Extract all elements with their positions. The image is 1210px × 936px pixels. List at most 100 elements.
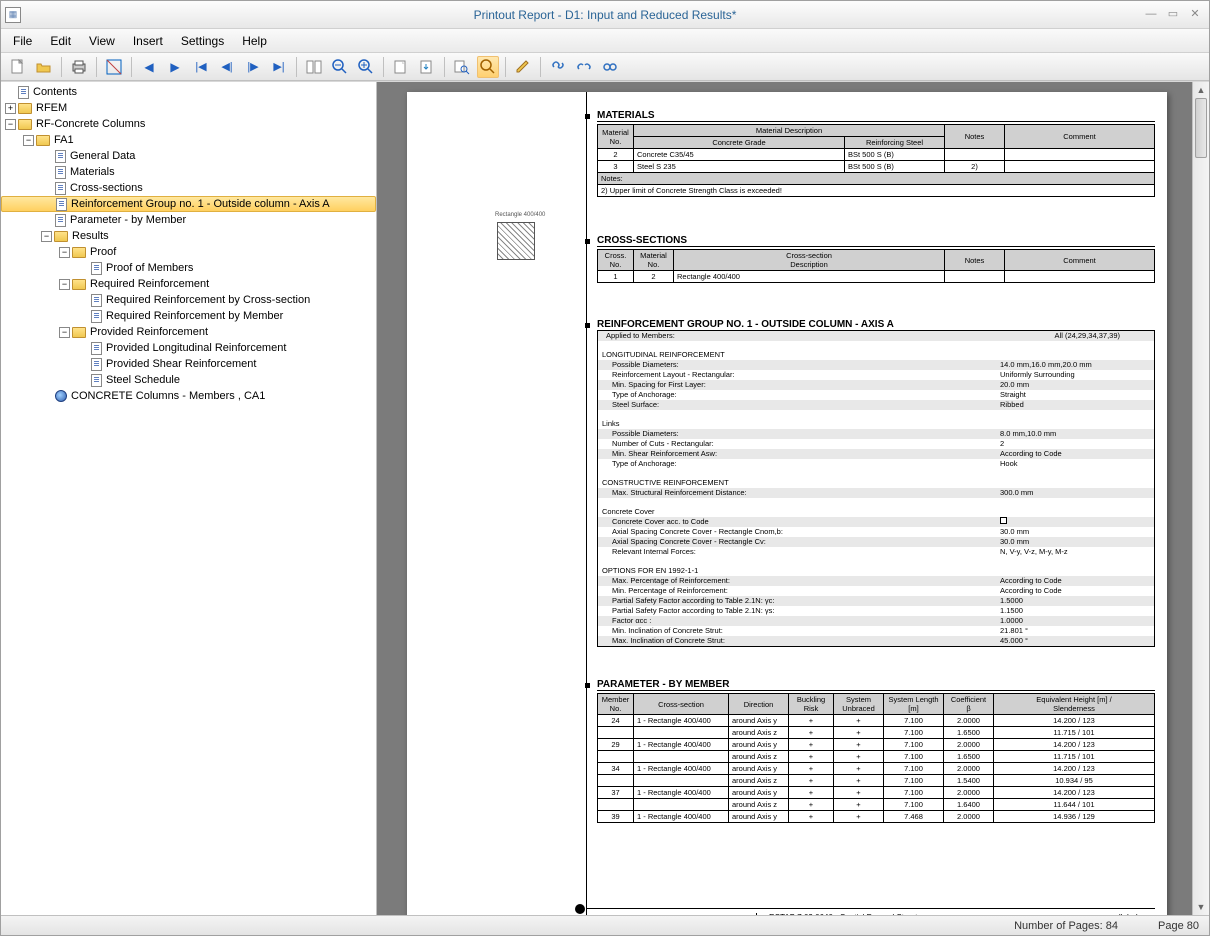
- rg-constr-hdr: CONSTRUCTIVE REINFORCEMENT: [598, 477, 1154, 488]
- window-controls: — ▭ ✕: [1143, 8, 1203, 22]
- menu-insert[interactable]: Insert: [133, 34, 163, 48]
- folder-icon: [18, 103, 32, 114]
- preview-panel[interactable]: Rectangle 400/400 MATERIALS MaterialNo. …: [377, 82, 1209, 915]
- props-row: Max. Structural Reinforcement Distance:3…: [598, 488, 1154, 498]
- open-button[interactable]: [33, 56, 55, 78]
- tree-proof-mem[interactable]: Proof of Members: [1, 260, 376, 276]
- table-row: 12Rectangle 400/400: [598, 271, 1155, 283]
- tree-general[interactable]: General Data: [1, 148, 376, 164]
- doc-icon: [55, 214, 66, 227]
- link3-icon[interactable]: [599, 56, 621, 78]
- collapse-icon[interactable]: −: [59, 247, 70, 258]
- cross-table: Cross.No. MaterialNo. Cross-sectionDescr…: [597, 249, 1155, 283]
- col-notes: Notes: [945, 125, 1005, 149]
- rg-cover-hdr: Concrete Cover: [598, 506, 1154, 517]
- maximize-button[interactable]: ▭: [1165, 8, 1181, 22]
- props-row: Possible Diameters:8.0 mm,10.0 mm: [598, 429, 1154, 439]
- nav-back-icon[interactable]: ◀|: [216, 56, 238, 78]
- tree-reinf-selected[interactable]: Reinforcement Group no. 1 - Outside colu…: [1, 196, 376, 212]
- col-comment: Comment: [1005, 250, 1155, 271]
- folder-icon: [54, 231, 68, 242]
- tree-prov[interactable]: − Provided Reinforcement: [1, 324, 376, 340]
- tree-cross[interactable]: Cross-sections: [1, 180, 376, 196]
- tree-proof[interactable]: − Proof: [1, 244, 376, 260]
- tree-materials[interactable]: Materials: [1, 164, 376, 180]
- tree-prov-long[interactable]: Provided Longitudinal Reinforcement: [1, 340, 376, 356]
- nav-first-icon[interactable]: |◀: [190, 56, 212, 78]
- scroll-up-icon[interactable]: ▲: [1193, 82, 1209, 98]
- tree-rfem[interactable]: + RFEM: [1, 100, 376, 116]
- tree-label: RFEM: [36, 102, 67, 114]
- minimize-button[interactable]: —: [1143, 8, 1159, 22]
- link1-icon[interactable]: [547, 56, 569, 78]
- scroll-thumb[interactable]: [1195, 98, 1207, 158]
- tree-param[interactable]: Parameter - by Member: [1, 212, 376, 228]
- expand-icon[interactable]: +: [5, 103, 16, 114]
- tree-steel[interactable]: Steel Schedule: [1, 372, 376, 388]
- collapse-icon[interactable]: −: [41, 231, 52, 242]
- tree-label: Provided Shear Reinforcement: [106, 358, 256, 370]
- link2-icon[interactable]: [573, 56, 595, 78]
- collapse-icon[interactable]: −: [5, 119, 16, 130]
- col-eq: Equivalent Height [m] /Slenderness: [994, 694, 1155, 715]
- props-row: Axial Spacing Concrete Cover - Rectangle…: [598, 537, 1154, 547]
- col-notes: Notes: [945, 250, 1005, 271]
- tree-fa1[interactable]: − FA1: [1, 132, 376, 148]
- vertical-scrollbar[interactable]: ▲ ▼: [1192, 82, 1209, 915]
- menu-view[interactable]: View: [89, 34, 115, 48]
- collapse-icon[interactable]: −: [23, 135, 34, 146]
- table-row: 371 - Rectangle 400/400around Axis y++7.…: [598, 787, 1155, 799]
- tree-req[interactable]: − Required Reinforcement: [1, 276, 376, 292]
- tree-prov-shear[interactable]: Provided Shear Reinforcement: [1, 356, 376, 372]
- tree-req-cs[interactable]: Required Reinforcement by Cross-section: [1, 292, 376, 308]
- tree-root[interactable]: Contents: [1, 84, 376, 100]
- section-rg-title: REINFORCEMENT GROUP NO. 1 - OUTSIDE COLU…: [597, 319, 1155, 331]
- nav-prev-icon[interactable]: ◀: [138, 56, 160, 78]
- page-setup-icon[interactable]: [390, 56, 412, 78]
- tree-label: Steel Schedule: [106, 374, 180, 386]
- tree-panel[interactable]: Contents + RFEM − RF-Concrete Columns − …: [1, 82, 377, 915]
- nav-forward-icon[interactable]: |▶: [242, 56, 264, 78]
- tree-concrete[interactable]: CONCRETE Columns - Members , CA1: [1, 388, 376, 404]
- new-button[interactable]: [7, 56, 29, 78]
- find-icon[interactable]: [451, 56, 473, 78]
- props-row: Partial Safety Factor according to Table…: [598, 596, 1154, 606]
- col-mno: MaterialNo.: [634, 250, 674, 271]
- two-page-icon[interactable]: [303, 56, 325, 78]
- menubar: File Edit View Insert Settings Help: [1, 29, 1209, 53]
- zoom-out-icon[interactable]: [329, 56, 351, 78]
- nav-next-icon[interactable]: ▶: [164, 56, 186, 78]
- collapse-icon[interactable]: −: [59, 327, 70, 338]
- zoom-in-icon[interactable]: [355, 56, 377, 78]
- tree-results[interactable]: − Results: [1, 228, 376, 244]
- edit-icon[interactable]: [512, 56, 534, 78]
- col-buck: BucklingRisk: [789, 694, 834, 715]
- close-button[interactable]: ✕: [1187, 8, 1203, 22]
- tree-req-mem[interactable]: Required Reinforcement by Member: [1, 308, 376, 324]
- nav-last-icon[interactable]: ▶|: [268, 56, 290, 78]
- statusbar: Number of Pages: 84 Page 80: [1, 915, 1209, 935]
- doc-icon: [56, 198, 67, 211]
- selection-button[interactable]: [103, 56, 125, 78]
- rg-opt-hdr: OPTIONS FOR EN 1992-1-1: [598, 565, 1154, 576]
- folder-icon: [72, 247, 86, 258]
- scroll-down-icon[interactable]: ▼: [1193, 899, 1209, 915]
- collapse-icon[interactable]: −: [59, 279, 70, 290]
- tree-rfcc[interactable]: − RF-Concrete Columns: [1, 116, 376, 132]
- print-button[interactable]: [68, 56, 90, 78]
- tree-label: Proof of Members: [106, 262, 193, 274]
- col-beta: Coefficientβ: [944, 694, 994, 715]
- doc-icon: [91, 262, 102, 275]
- fit-page-icon[interactable]: [477, 56, 499, 78]
- menu-edit[interactable]: Edit: [50, 34, 71, 48]
- status-page: Page 80: [1158, 920, 1199, 932]
- report-page: Rectangle 400/400 MATERIALS MaterialNo. …: [407, 92, 1167, 915]
- export-icon[interactable]: [416, 56, 438, 78]
- page-content: MATERIALS MaterialNo. Material Descripti…: [587, 92, 1167, 915]
- menu-file[interactable]: File: [13, 34, 32, 48]
- tree-label: RF-Concrete Columns: [36, 118, 145, 130]
- menu-help[interactable]: Help: [242, 34, 267, 48]
- menu-settings[interactable]: Settings: [181, 34, 224, 48]
- app-icon: ▦: [5, 7, 21, 23]
- folder-icon: [72, 327, 86, 338]
